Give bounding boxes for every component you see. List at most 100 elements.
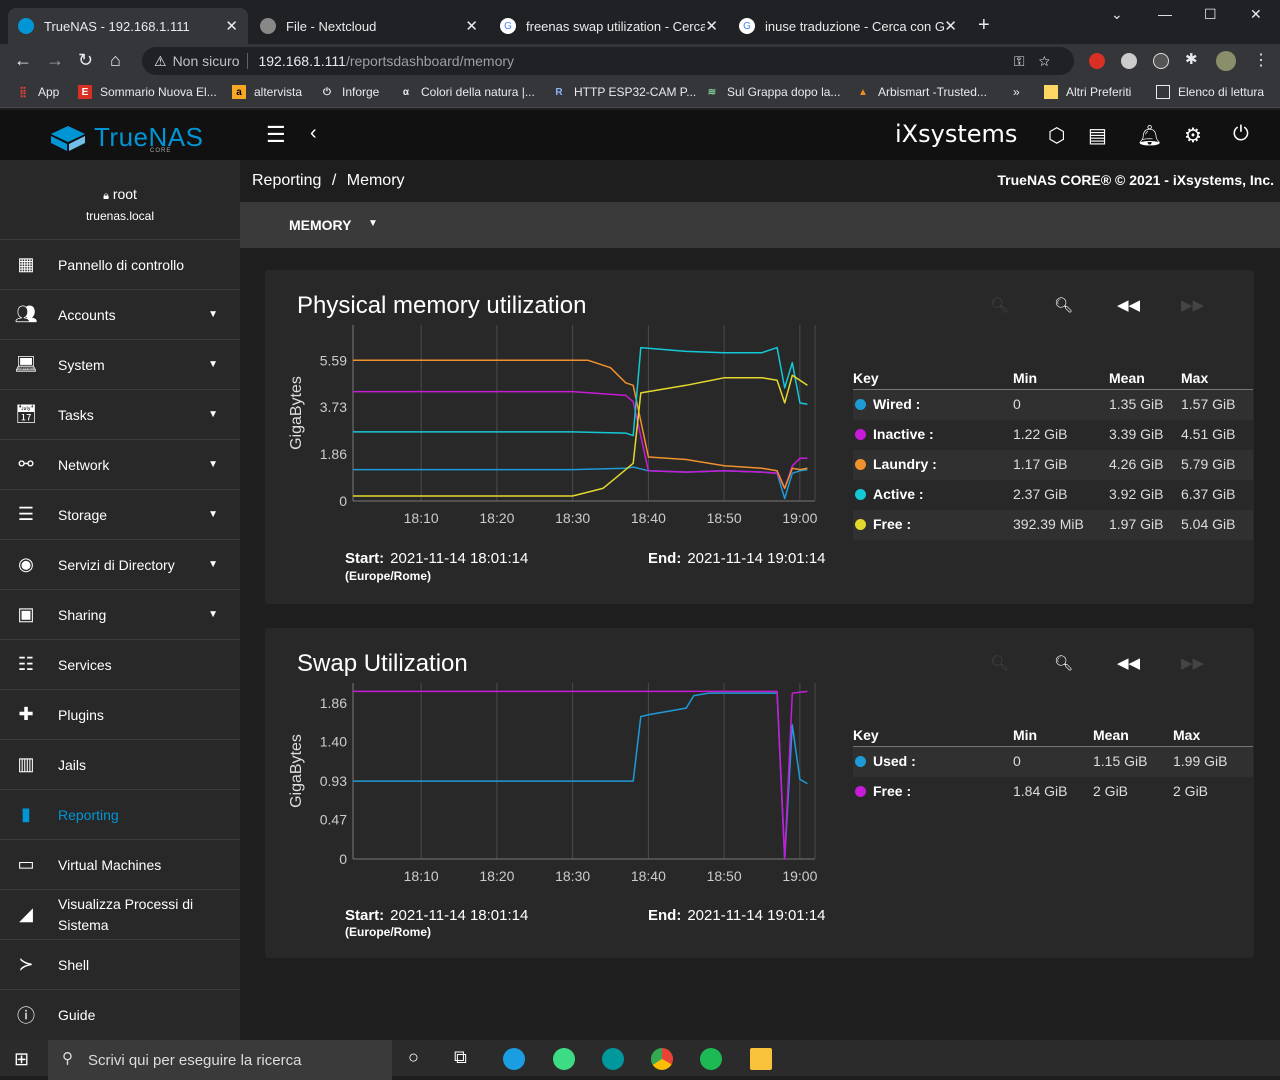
new-tab-icon[interactable]: + [978, 14, 990, 37]
file-explorer-icon[interactable] [750, 1048, 772, 1070]
star-icon[interactable]: ☆ [1039, 53, 1064, 69]
bookmark-7[interactable]: ▲ Arbismart -Trusted... [856, 85, 987, 99]
chevron-down-icon[interactable]: ▼ [208, 559, 218, 570]
puzzle-extensions-icon[interactable]: ✱ [1185, 50, 1201, 68]
dropdown-caret-icon[interactable]: ▼ [368, 218, 378, 229]
cortana-icon[interactable]: ○ [408, 1047, 419, 1068]
sidebar-item-network[interactable]: ⚯ Network ▼ [0, 439, 240, 489]
close-tab-icon[interactable]: ✕ [465, 17, 478, 35]
sidebar-item-accounts[interactable]: 👥︎ Accounts ▼ [0, 289, 240, 339]
sidebar-item-services[interactable]: ☷ Services [0, 639, 240, 689]
zoom-out-icon[interactable]: 🔍︎ [1054, 654, 1073, 672]
tab-nextcloud[interactable]: File - Nextcloud ✕ [250, 8, 488, 44]
url-bar[interactable]: ⚠ Non sicuro 192.168.1.111 /reportsdashb… [142, 47, 1074, 75]
sidebar-item-guide[interactable]: ⓘ Guide [0, 989, 240, 1039]
sidebar-item-tasks[interactable]: 📅︎ Tasks ▼ [0, 389, 240, 439]
extension-vpn-icon[interactable] [1153, 53, 1169, 69]
sidebar-item-plugins[interactable]: ✚ Plugins [0, 689, 240, 739]
bookmark-4[interactable]: α Colori della natura |... [399, 85, 535, 99]
bookmarks-overflow[interactable]: » [1013, 85, 1020, 99]
edge-icon[interactable] [503, 1048, 525, 1070]
bookmark-3[interactable]: ⏻ Inforge [320, 85, 379, 99]
legend-row[interactable]: Used : 0 1.15 GiB 1.99 GiB [853, 747, 1253, 777]
truecommand-icon[interactable]: ⬡ [1048, 123, 1065, 148]
sidebar-item-pannello-di-controllo[interactable]: ▦ Pannello di controllo [0, 239, 240, 289]
spotify-icon[interactable] [700, 1048, 722, 1070]
breadcrumb-reporting[interactable]: Reporting [252, 172, 321, 189]
minimize-icon[interactable]: — [1158, 6, 1172, 22]
legend-row[interactable]: Wired : 0 1.35 GiB 1.57 GiB [853, 390, 1253, 420]
other-bookmarks[interactable]: Altri Preferiti [1044, 85, 1131, 99]
arduino-icon[interactable] [602, 1048, 624, 1070]
reading-list[interactable]: Elenco di lettura [1156, 85, 1264, 99]
hamburger-menu-icon[interactable]: ☰ [266, 122, 286, 148]
power-icon[interactable]: ⏻ [1233, 123, 1249, 146]
extension-icon[interactable] [1121, 53, 1137, 69]
sidebar-item-servizi-di-directory[interactable]: ◉ Servizi di Directory ▼ [0, 539, 240, 589]
security-status[interactable]: Non sicuro [173, 53, 240, 69]
sidebar-item-system[interactable]: 💻︎ System ▼ [0, 339, 240, 389]
clipboard-tasks-icon[interactable]: ▤ [1088, 123, 1107, 148]
chevron-down-icon[interactable]: ▼ [208, 609, 218, 620]
sidebar-item-shell[interactable]: ≻ Shell [0, 939, 240, 989]
reload-icon[interactable]: ↻ [78, 50, 93, 71]
step-forward-icon[interactable]: ▶▶ [1181, 296, 1204, 314]
physical-memory-plot[interactable]: GigaBytes 18:10 18:20 18:30 18:40 18:50 19:00 0… [285, 325, 825, 547]
step-back-icon[interactable]: ◀◀ [1117, 296, 1140, 314]
settings-gear-icon[interactable]: ⚙ [1184, 123, 1202, 148]
sidebar-item-storage[interactable]: ☰ Storage ▼ [0, 489, 240, 539]
bookmark-2[interactable]: a altervista [232, 85, 302, 99]
zoom-in-icon[interactable]: 🔍︎ [990, 296, 1009, 314]
swap-plot[interactable]: GigaBytes 18:10 18:20 18:30 18:40 18:50 19:00 0… [285, 683, 825, 905]
bookmark-5[interactable]: R HTTP ESP32-CAM P... [552, 85, 696, 99]
forward-icon[interactable]: → [46, 50, 64, 71]
home-icon[interactable]: ⌂ [110, 50, 121, 71]
key-icon[interactable]: ⚿ [1014, 53, 1039, 69]
bookmark-6[interactable]: ≋ Sul Grappa dopo la... [705, 85, 841, 99]
tab-search-icon[interactable]: ⌄ [1111, 6, 1123, 23]
taskbar-search[interactable]: ⚲ Scrivi qui per eseguire la ricerca [48, 1040, 392, 1080]
zoom-out-icon[interactable]: 🔍︎ [1054, 296, 1073, 314]
chevron-down-icon[interactable]: ▼ [208, 409, 218, 420]
task-view-icon[interactable]: ⧉ [454, 1047, 467, 1068]
notifications-bell-icon[interactable]: 🔔︎ [1137, 123, 1162, 148]
tab-google-search-2[interactable]: G inuse traduzione - Cerca con Goo ✕ [729, 8, 967, 44]
sidebar-item-reporting[interactable]: ▮ Reporting [0, 789, 240, 839]
windows-start-icon[interactable]: ⊞ [14, 1049, 29, 1070]
chevron-down-icon[interactable]: ▼ [208, 509, 218, 520]
close-tab-icon[interactable]: ✕ [705, 17, 718, 35]
tab-truenas[interactable]: TrueNAS - 192.168.1.111 ✕ [8, 8, 248, 44]
chevron-down-icon[interactable]: ▼ [208, 309, 218, 320]
chevron-down-icon[interactable]: ▼ [208, 459, 218, 470]
ixsystems-logo[interactable]: iXsystems [895, 120, 1017, 148]
tab-google-search-1[interactable]: G freenas swap utilization - Cerca c ✕ [490, 8, 728, 44]
chrome-icon[interactable] [651, 1048, 673, 1070]
android-studio-icon[interactable] [553, 1048, 575, 1070]
extension-adblock-icon[interactable] [1089, 53, 1105, 69]
bookmark-apps[interactable]: ⣿ App [16, 85, 59, 99]
close-window-icon[interactable]: ✕ [1250, 6, 1262, 23]
close-tab-icon[interactable]: ✕ [944, 17, 957, 35]
legend-row[interactable]: Active : 2.37 GiB 3.92 GiB 6.37 GiB [853, 480, 1253, 510]
step-back-icon[interactable]: ◀◀ [1117, 654, 1140, 672]
profile-avatar[interactable] [1216, 51, 1236, 71]
legend-row[interactable]: Laundry : 1.17 GiB 4.26 GiB 5.79 GiB [853, 450, 1253, 480]
zoom-in-icon[interactable]: 🔍︎ [990, 654, 1009, 672]
back-icon[interactable]: ← [14, 50, 32, 71]
report-type-select[interactable]: MEMORY [289, 217, 351, 233]
menu-dots-icon[interactable]: ⋮ [1253, 50, 1269, 69]
step-forward-icon[interactable]: ▶▶ [1181, 654, 1204, 672]
maximize-icon[interactable]: ☐ [1204, 6, 1217, 23]
sidebar-item-virtual-machines[interactable]: ▭ Virtual Machines [0, 839, 240, 889]
truenas-logo[interactable]: TrueNAS CORE [50, 122, 203, 154]
collapse-sidebar-icon[interactable]: ‹ [310, 122, 317, 145]
bookmark-1[interactable]: E Sommario Nuova El... [78, 85, 217, 99]
legend-row[interactable]: Free : 392.39 MiB 1.97 GiB 5.04 GiB [853, 510, 1253, 540]
legend-row[interactable]: Inactive : 1.22 GiB 3.39 GiB 4.51 GiB [853, 420, 1253, 450]
chevron-down-icon[interactable]: ▼ [208, 359, 218, 370]
sidebar-item-visualizza-processi-di-sistema[interactable]: ◢ Visualizza Processi di Sistema [0, 889, 240, 939]
sidebar-item-sharing[interactable]: ▣ Sharing ▼ [0, 589, 240, 639]
legend-row[interactable]: Free : 1.84 GiB 2 GiB 2 GiB [853, 777, 1253, 807]
close-tab-icon[interactable]: ✕ [225, 17, 238, 35]
sidebar-item-jails[interactable]: ▥ Jails [0, 739, 240, 789]
